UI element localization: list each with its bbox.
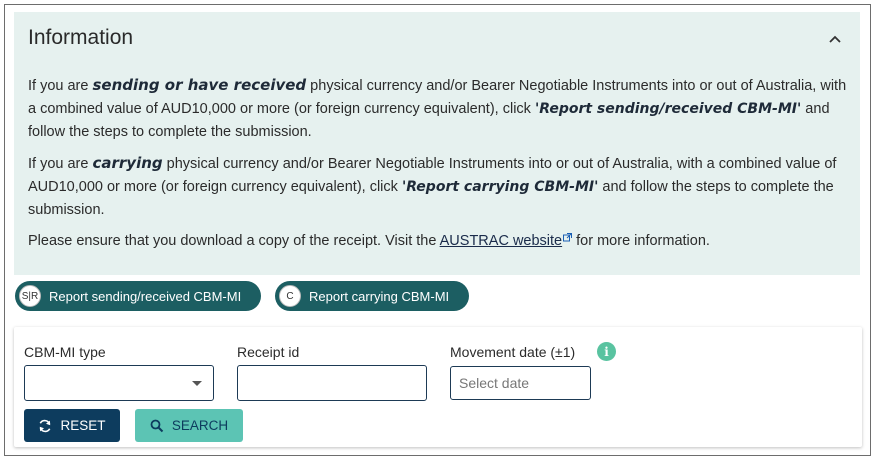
info-paragraph-sending: If you are sending or have received phys…: [28, 76, 847, 140]
window-frame: Information If you are sending or have r…: [4, 4, 871, 456]
external-link-icon: [563, 233, 573, 242]
sending-received-badge-icon: S|R: [19, 285, 41, 307]
information-title: Information: [28, 26, 134, 49]
report-carrying-label: Report carrying CBM-MI: [309, 288, 450, 304]
info-paragraph-carrying: If you are carrying physical currency an…: [28, 154, 837, 218]
report-sending-label: Report sending/received CBM-MI: [49, 288, 242, 304]
austrac-website-link[interactable]: AUSTRAC website: [440, 233, 562, 249]
movement-date-input[interactable]: [450, 366, 591, 400]
movement-date-label: Movement date (±1): [450, 344, 576, 360]
report-sending-received-button[interactable]: S|R Report sending/received CBM-MI: [15, 281, 261, 311]
emphasis-sending: sending or have received: [92, 76, 307, 94]
information-text: If you are sending or have received phys…: [28, 74, 848, 261]
report-carrying-button[interactable]: C Report carrying CBM-MI: [275, 281, 469, 311]
cbm-type-label: CBM-MI type: [24, 344, 106, 360]
carrying-badge-icon: C: [279, 285, 301, 307]
emphasis-report-sending: 'Report sending/received CBM-MI': [534, 101, 802, 117]
search-button[interactable]: SEARCH: [135, 409, 243, 442]
cbm-type-select[interactable]: [24, 365, 214, 401]
search-card: CBM-MI type Receipt id Movement date (±1…: [14, 327, 862, 447]
info-icon[interactable]: i: [597, 342, 616, 361]
search-label: SEARCH: [171, 418, 229, 433]
receipt-id-input[interactable]: [237, 365, 427, 401]
search-icon: [150, 419, 164, 432]
info-paragraph-receipt: Please ensure that you download a copy o…: [28, 233, 710, 249]
reset-label: RESET: [60, 418, 106, 433]
receipt-id-label: Receipt id: [237, 344, 300, 360]
emphasis-report-carrying: 'Report carrying CBM-MI': [401, 179, 599, 195]
reset-button[interactable]: RESET: [24, 409, 120, 442]
refresh-icon: [40, 419, 51, 432]
information-panel: Information If you are sending or have r…: [14, 12, 860, 275]
chevron-up-icon[interactable]: [828, 32, 842, 46]
emphasis-carrying: carrying: [92, 154, 163, 172]
